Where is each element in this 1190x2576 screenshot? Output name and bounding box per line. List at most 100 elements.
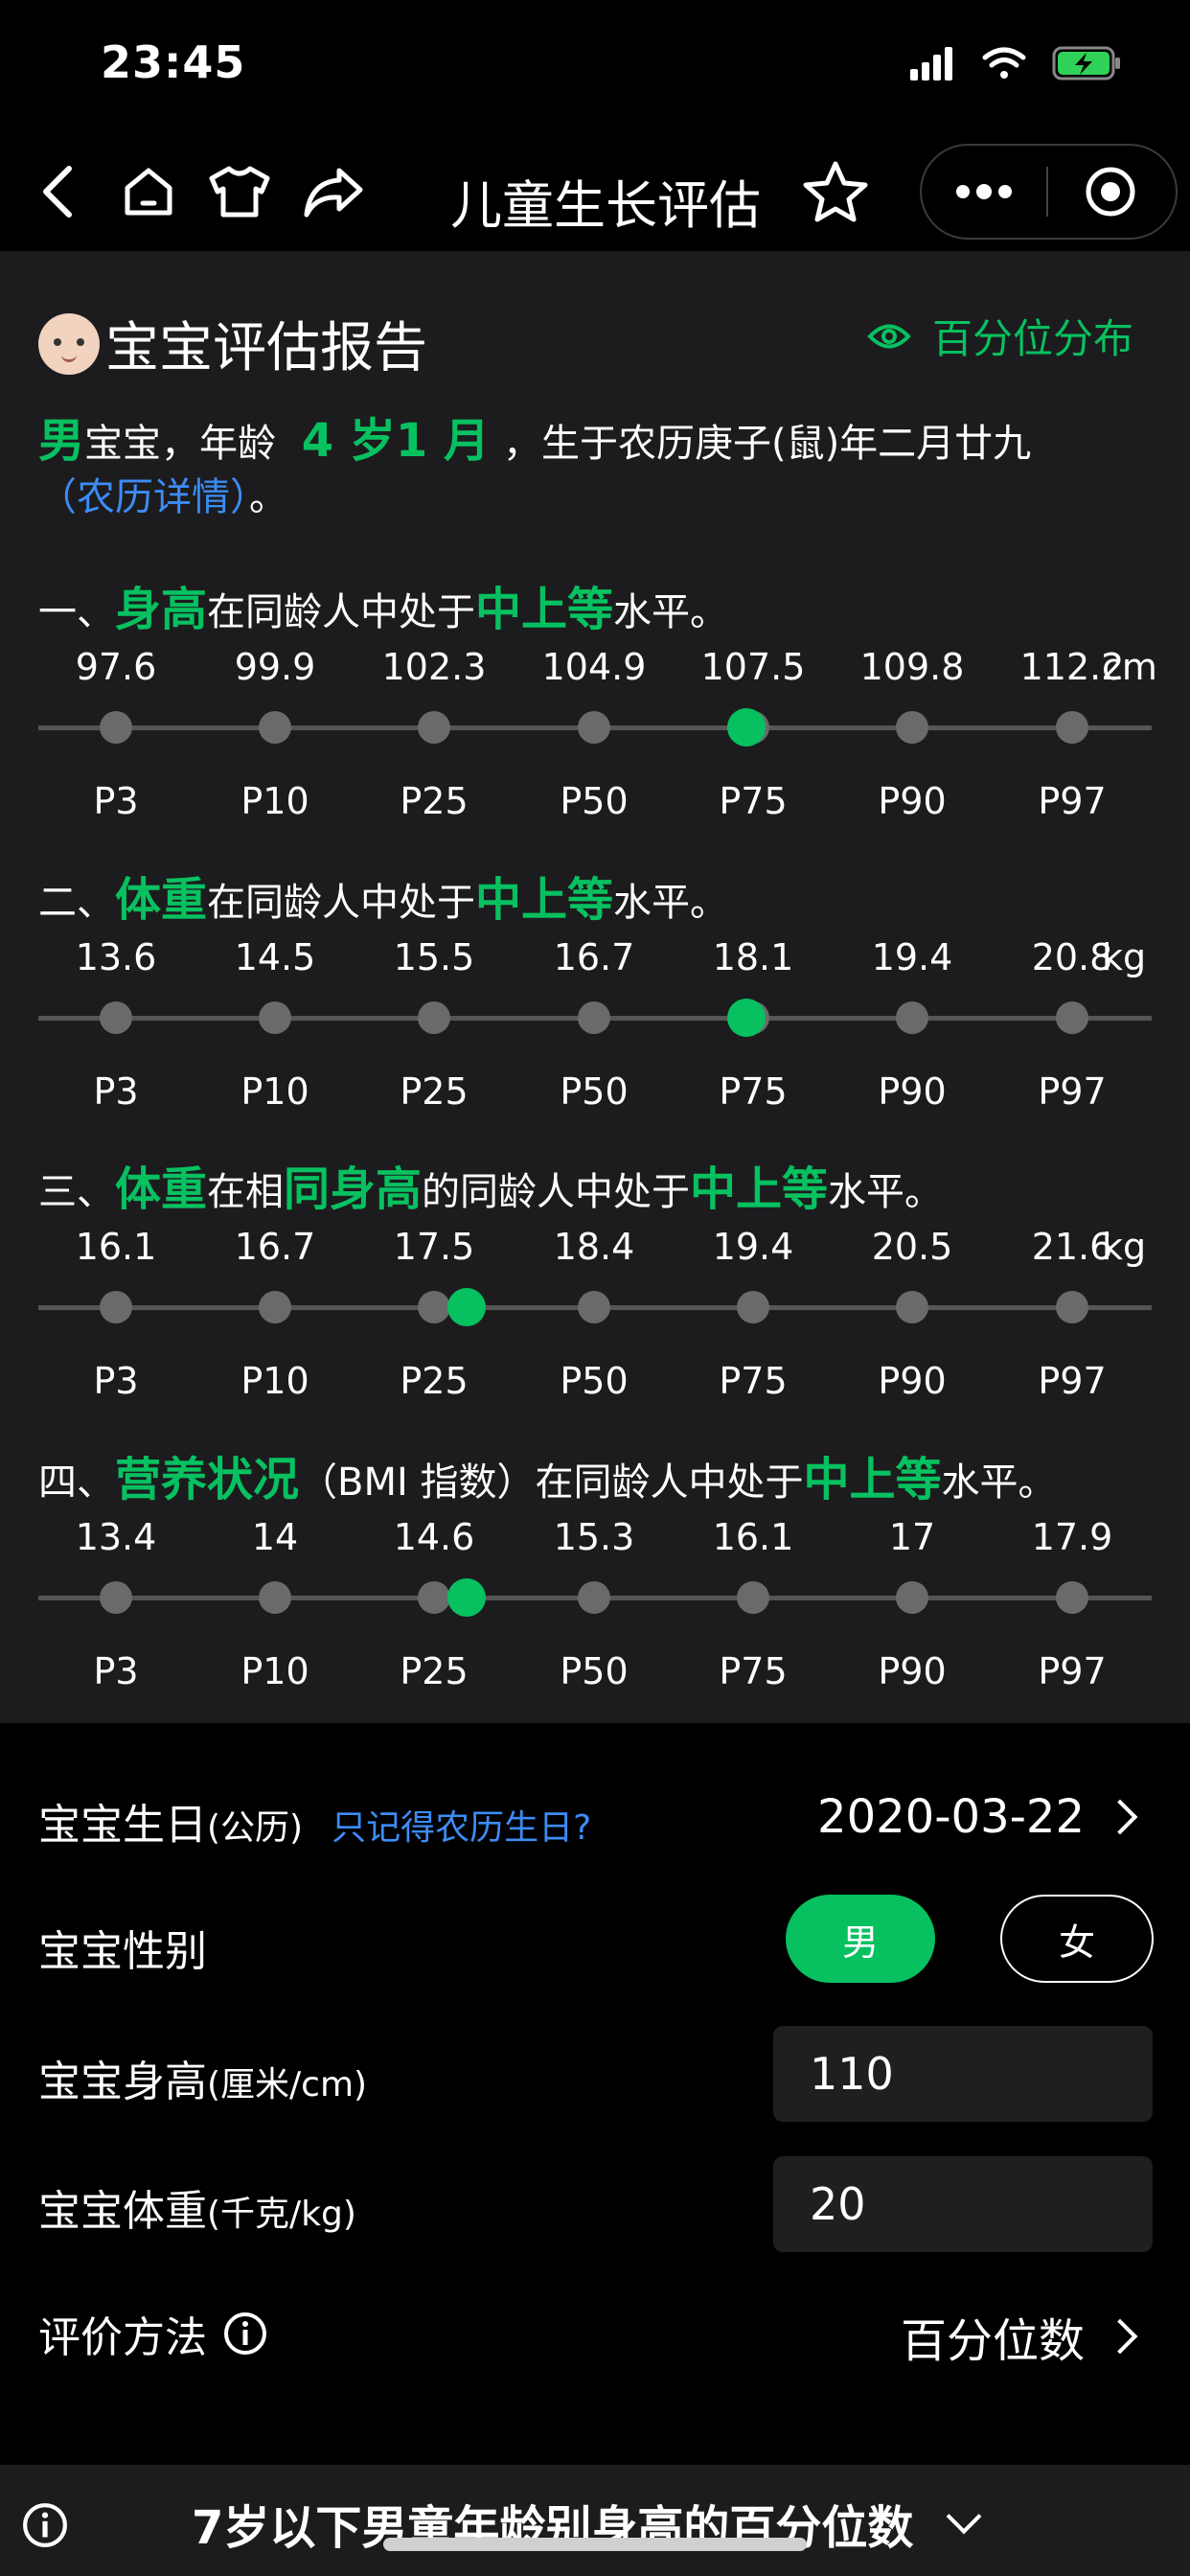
percentile-dot xyxy=(100,1001,132,1034)
favorite-button[interactable] xyxy=(792,144,879,240)
section-heading: 二、体重在同龄人中处于中上等水平。 xyxy=(38,862,728,929)
battery-icon xyxy=(1052,46,1120,80)
target-close-icon xyxy=(1086,167,1135,217)
percentile-value: 16.1 xyxy=(712,1516,794,1558)
shop-button[interactable] xyxy=(196,144,283,240)
share-button[interactable] xyxy=(290,144,377,240)
chevron-right-icon xyxy=(1102,2318,1138,2355)
info-icon[interactable] xyxy=(222,2311,268,2357)
close-app-button[interactable] xyxy=(1048,146,1173,238)
gender-label: 宝宝性别 xyxy=(38,1927,207,1976)
percentile-dot xyxy=(578,1001,610,1034)
mini-program-capsule xyxy=(920,144,1178,240)
more-button[interactable] xyxy=(922,146,1046,238)
intro-text-1: 宝宝，年龄 xyxy=(84,422,277,466)
lunar-birthday-link[interactable]: 只记得农历生日? xyxy=(332,1808,591,1848)
percentile-distribution-link[interactable]: 百分位分布 xyxy=(867,307,1133,365)
weight-label-text: 宝宝体重 xyxy=(38,2187,207,2236)
birthday-label-text: 宝宝生日 xyxy=(38,1801,207,1850)
height-label: 宝宝身高(厘米/cm) xyxy=(38,2047,367,2108)
percentile-label: P97 xyxy=(1038,1070,1107,1113)
percentile-values-row: 97.6 99.9 102.3 104.9 107.5 109.8 112.2 cm xyxy=(0,646,1190,694)
report-title: 宝宝评估报告 xyxy=(38,305,427,382)
percentile-value: 15.3 xyxy=(553,1516,635,1558)
percentile-dot xyxy=(896,711,928,744)
percentile-value: 17.5 xyxy=(393,1226,475,1268)
home-button[interactable] xyxy=(105,144,192,240)
section-prefix: 三、 xyxy=(38,1170,115,1214)
weight-label: 宝宝体重(千克/kg) xyxy=(38,2176,356,2238)
back-button[interactable] xyxy=(14,144,101,240)
section-mid1: 在同龄人中处于 xyxy=(207,590,476,634)
unit-label: kg xyxy=(1102,1226,1147,1268)
percentile-value: 13.4 xyxy=(75,1516,157,1558)
percentile-value: 20.5 xyxy=(871,1226,953,1268)
percentile-dot xyxy=(896,1581,928,1614)
tshirt-icon xyxy=(209,166,270,218)
percentile-value: 17.9 xyxy=(1031,1516,1113,1558)
intro-text-2: ，生于农历庚子(鼠)年二月廿九 xyxy=(502,422,1032,466)
percentile-value: 99.9 xyxy=(234,646,316,688)
percentile-dot xyxy=(100,1291,132,1323)
percentile-value: 97.6 xyxy=(75,646,157,688)
percentile-dot xyxy=(418,711,450,744)
percentile-dot xyxy=(1056,1291,1088,1323)
method-picker[interactable]: 百分位数 xyxy=(900,2303,1138,2370)
percentile-dot xyxy=(1056,711,1088,744)
percentile-value: 18.4 xyxy=(553,1226,635,1268)
gender-female-button[interactable]: 女 xyxy=(1000,1895,1154,1983)
percentile-label: P25 xyxy=(400,1070,469,1113)
section-mid1: （BMI 指数）在同龄人中处于 xyxy=(299,1460,804,1505)
percentile-label: P25 xyxy=(400,1360,469,1402)
chevron-left-icon xyxy=(43,166,72,218)
unit-label: kg xyxy=(1102,936,1147,978)
percentile-labels-row: P3 P10 P25 P50 P75 P90 P97 xyxy=(0,780,1190,828)
percentile-dot xyxy=(896,1291,928,1323)
home-icon xyxy=(125,168,172,216)
percentile-dot xyxy=(259,711,291,744)
percentile-value: 19.4 xyxy=(712,1226,794,1268)
unit-label: cm xyxy=(1102,646,1157,688)
section-mid1: 在同龄人中处于 xyxy=(207,881,476,925)
weight-input[interactable] xyxy=(773,2156,1153,2252)
percentile-label: P75 xyxy=(719,1650,788,1692)
status-time: 23:45 xyxy=(101,36,246,88)
percentile-label: P75 xyxy=(719,1070,788,1113)
percentile-value: 14.6 xyxy=(393,1516,475,1558)
section-suffix: 水平。 xyxy=(613,590,729,634)
percentile-values-row: 16.1 16.7 17.5 18.4 19.4 20.5 21.6 kg xyxy=(0,1226,1190,1274)
percentile-value: 15.5 xyxy=(393,936,475,978)
section-prefix: 二、 xyxy=(38,881,115,925)
percentile-label: P75 xyxy=(719,1360,788,1402)
height-input[interactable] xyxy=(773,2026,1153,2122)
section-metric: 身高 xyxy=(115,583,208,636)
percentile-dot xyxy=(259,1291,291,1323)
percentile-dot xyxy=(418,1291,450,1323)
percentile-label: P10 xyxy=(240,1650,309,1692)
percentile-value: 14 xyxy=(251,1516,299,1558)
percentile-labels-row: P3 P10 P25 P50 P75 P90 P97 xyxy=(0,1650,1190,1698)
info-icon[interactable] xyxy=(21,2501,69,2549)
percentile-dot xyxy=(1056,1581,1088,1614)
percentile-value: 13.6 xyxy=(75,936,157,978)
section-heading: 一、身高在同龄人中处于中上等水平。 xyxy=(38,571,728,638)
percentile-label: P3 xyxy=(93,1360,139,1402)
percentile-dot xyxy=(737,1291,769,1323)
more-icon xyxy=(956,184,1012,199)
baby-face-icon xyxy=(38,312,100,375)
signal-icon xyxy=(910,47,952,80)
gender-male-button[interactable]: 男 xyxy=(786,1895,935,1983)
percentile-label: P3 xyxy=(93,780,139,822)
section-suffix: 水平。 xyxy=(828,1170,944,1214)
method-value: 百分位数 xyxy=(900,2314,1085,2368)
percentile-label: P25 xyxy=(400,780,469,822)
birthday-label: 宝宝生日(公历) 只记得农历生日? xyxy=(38,1790,591,1852)
percentile-value: 104.9 xyxy=(541,646,647,688)
section-mid2: 的同龄人中处于 xyxy=(422,1170,691,1214)
birthday-picker[interactable]: 2020-03-22 xyxy=(817,1790,1138,1844)
nav-bar: 儿童生长评估 xyxy=(0,144,1190,249)
intro-gender: 男 xyxy=(38,414,85,468)
lunar-detail-link[interactable]: （农历详情） xyxy=(38,475,249,519)
intro-text: 男宝宝，年龄 4 岁1 月 ，生于农历庚子(鼠)年二月廿九 （农历详情）。 xyxy=(38,414,1159,524)
section-metric: 体重 xyxy=(115,1162,208,1216)
